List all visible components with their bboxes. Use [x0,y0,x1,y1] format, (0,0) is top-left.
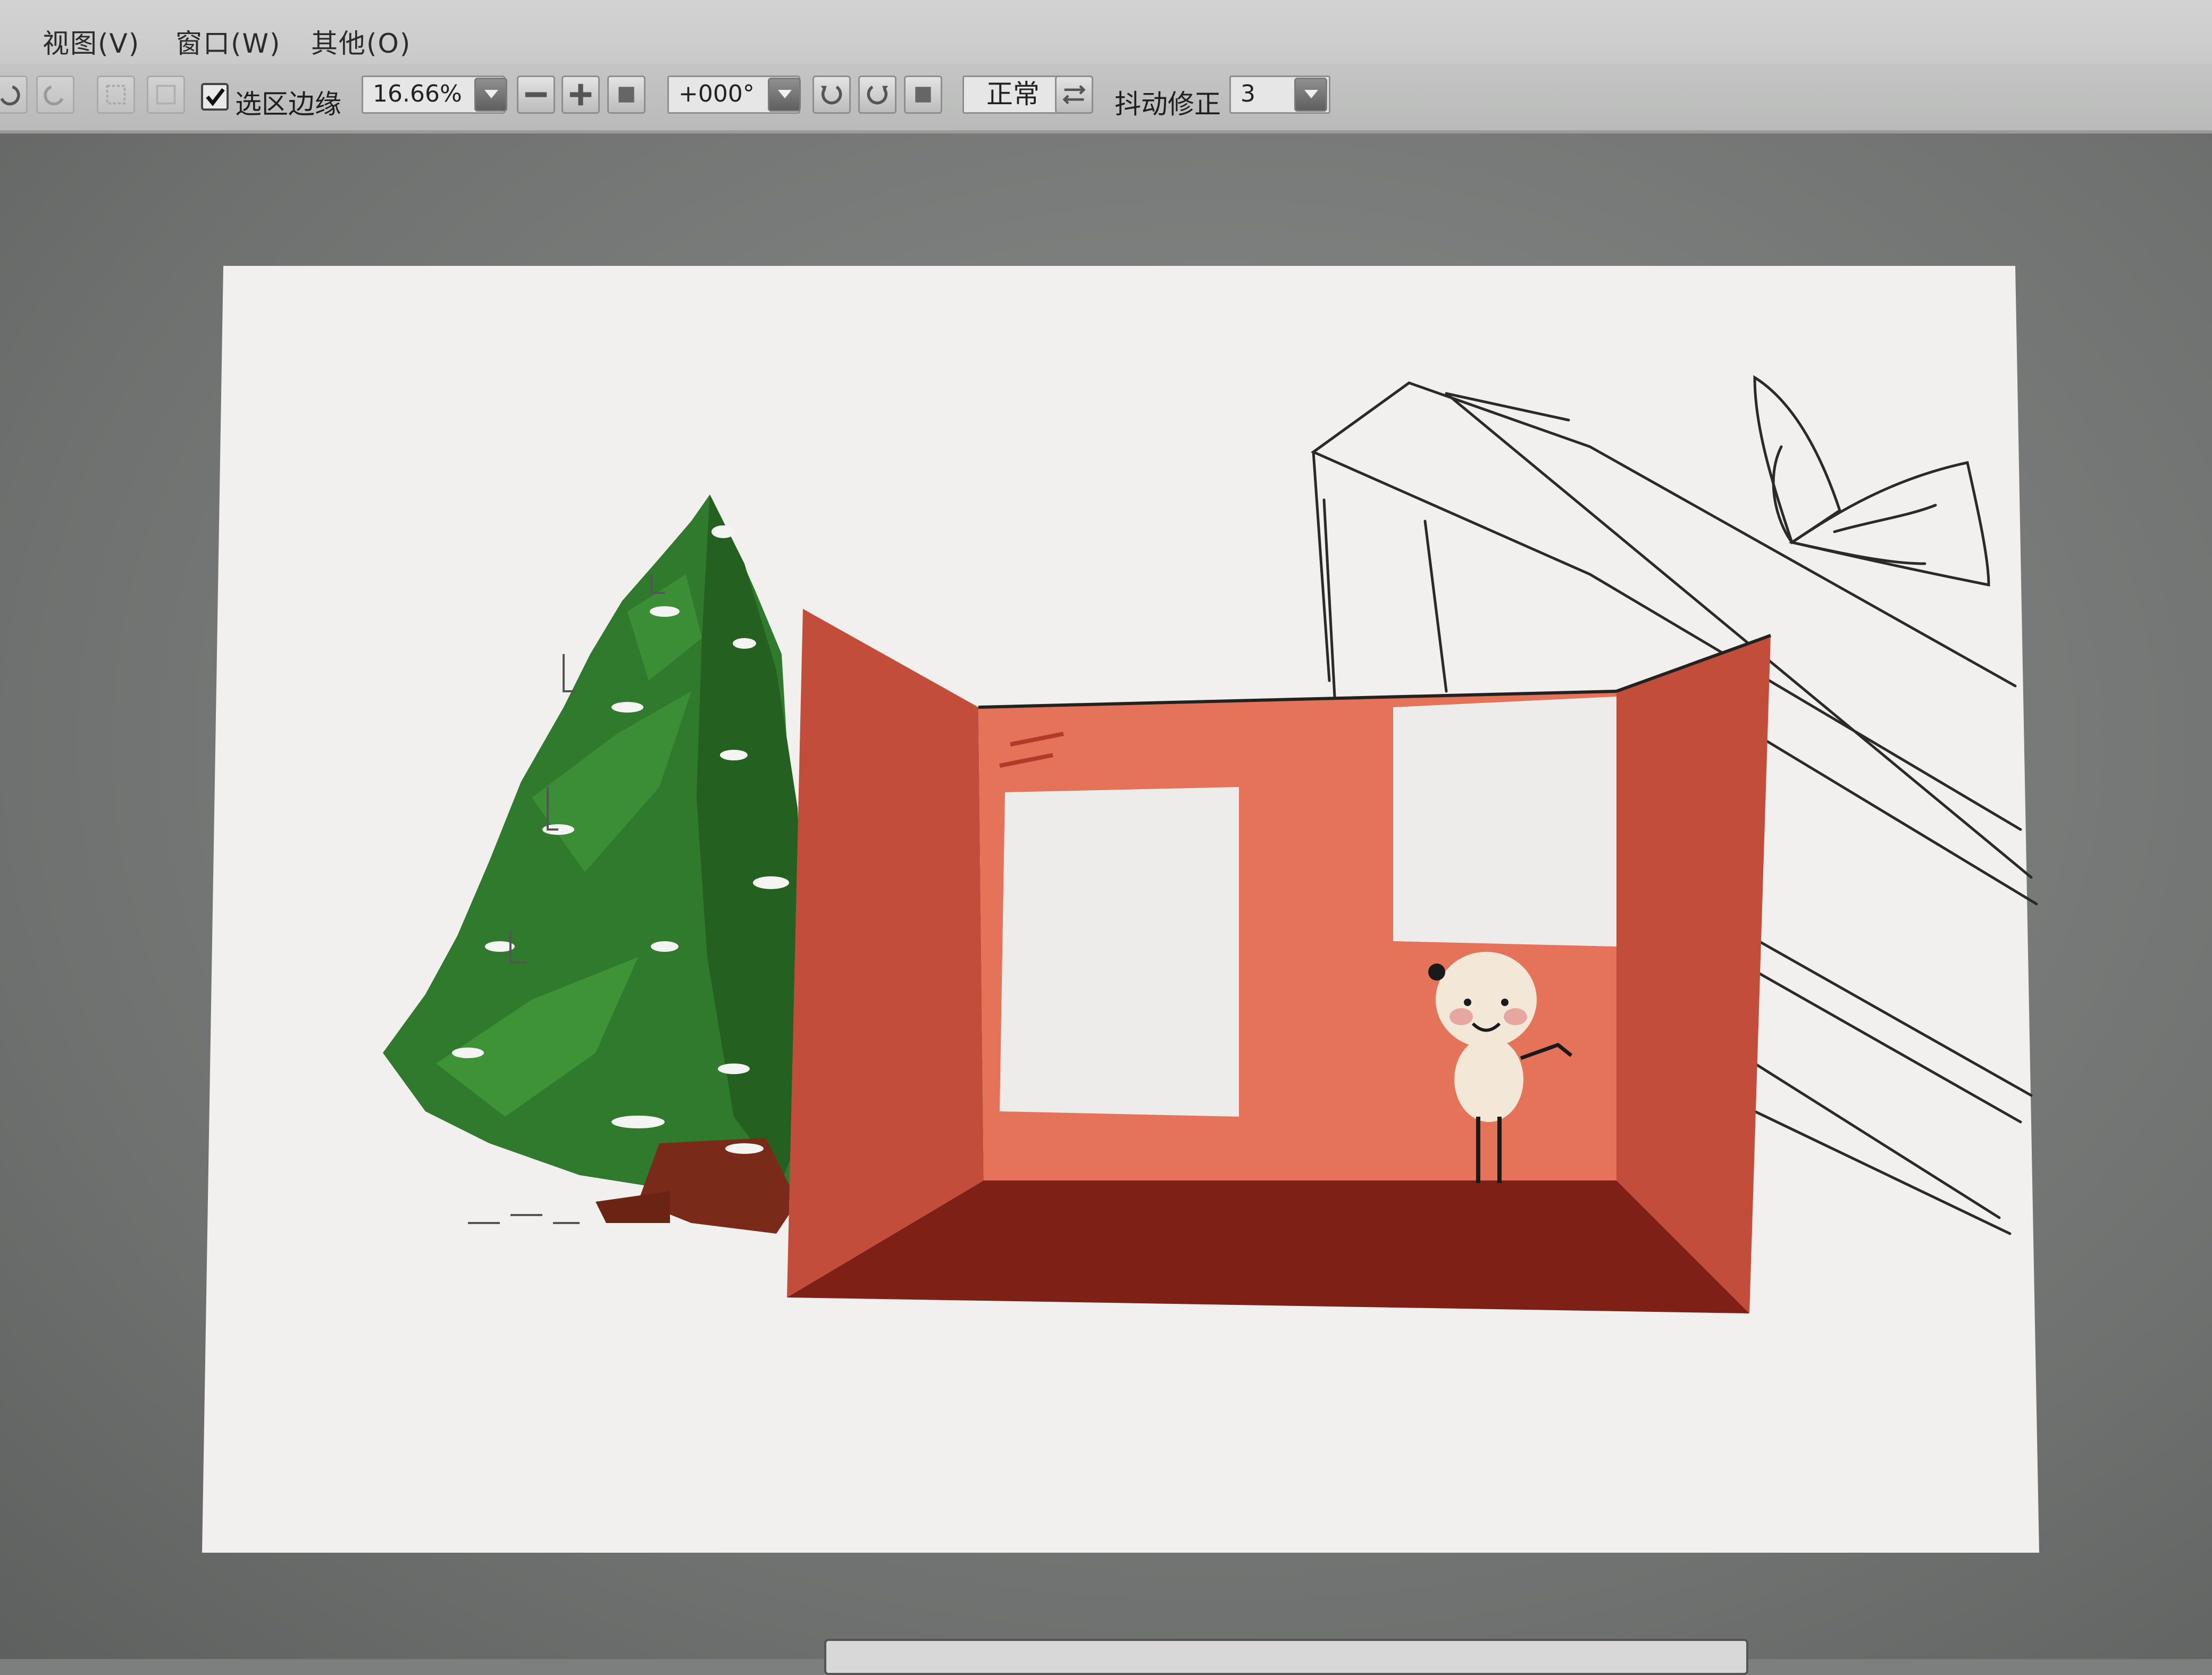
bottom-panel-tab[interactable] [824,1639,1748,1675]
box-window-left [1000,787,1239,1117]
box-window-right [1393,697,1616,947]
red-box [787,609,1772,1313]
drawing-canvas[interactable] [0,0,2212,1659]
box-left-flap [787,609,984,1297]
